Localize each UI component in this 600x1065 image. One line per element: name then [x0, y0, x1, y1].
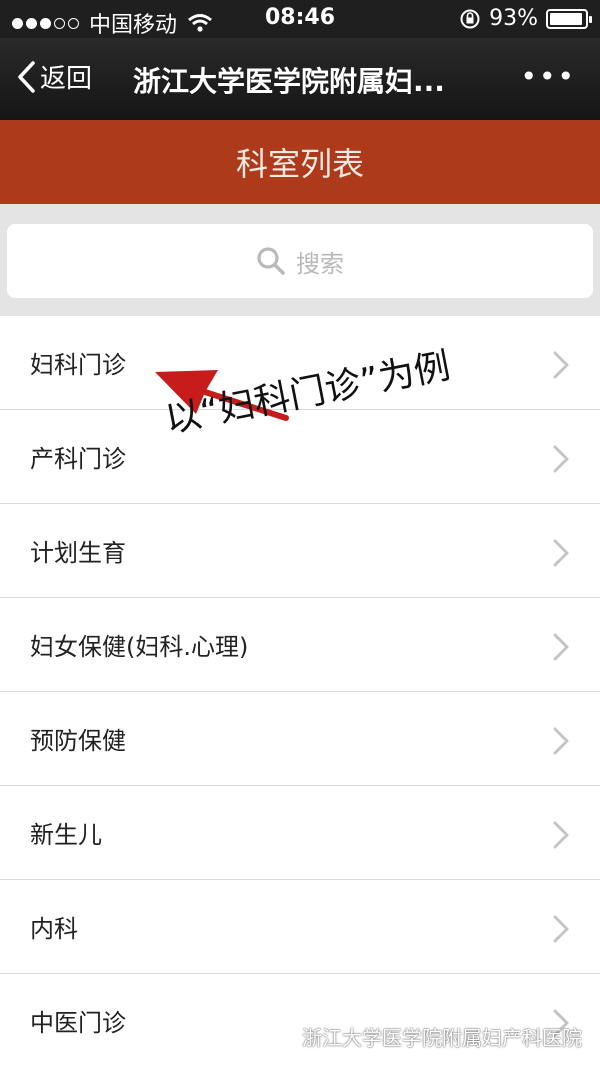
search-placeholder: 搜索 [296, 249, 344, 278]
department-label: 计划生育 [30, 539, 126, 567]
chevron-right-icon [553, 351, 569, 379]
chevron-right-icon [553, 821, 569, 849]
status-right: 93% [459, 6, 592, 31]
department-row[interactable]: 计划生育 [0, 504, 600, 598]
department-label: 产科门诊 [30, 445, 126, 473]
department-row[interactable]: 内科 [0, 880, 600, 974]
search-icon [257, 247, 285, 275]
battery-fill [550, 12, 582, 25]
search-input[interactable]: 搜索 [7, 224, 593, 298]
chevron-right-icon [553, 915, 569, 943]
section-header: 科室列表 [0, 120, 600, 204]
battery-icon [546, 8, 592, 29]
battery-percent: 93% [489, 6, 538, 31]
chevron-right-icon [553, 539, 569, 567]
department-row[interactable]: 预防保健 [0, 692, 600, 786]
status-bar: 中国移动 08:46 93% [0, 0, 600, 38]
back-label: 返回 [40, 64, 93, 94]
chevron-left-icon [18, 60, 35, 93]
department-list: 妇科门诊产科门诊计划生育妇女保健(妇科.心理) 预防保健新生儿内科中医门诊 [0, 316, 600, 1065]
department-label: 妇科门诊 [30, 351, 126, 379]
department-row[interactable]: 中医门诊 [0, 974, 600, 1065]
back-button[interactable]: 返回 [16, 58, 92, 95]
chevron-right-icon [553, 633, 569, 661]
department-label: 新生儿 [30, 821, 102, 849]
department-row[interactable]: 妇女保健(妇科.心理) [0, 598, 600, 692]
department-row[interactable]: 产科门诊 [0, 410, 600, 504]
department-label: 预防保健 [30, 727, 126, 755]
chevron-right-icon [553, 727, 569, 755]
orientation-lock-icon [460, 9, 480, 28]
more-options-button[interactable]: ••• [520, 60, 576, 93]
watermark-text: 浙江大学医学院附属妇产科医院 [302, 1026, 582, 1050]
department-label: 内科 [30, 915, 78, 943]
navigation-bar: 返回 浙江大学医学院附属妇... ••• [0, 38, 600, 120]
department-row[interactable]: 新生儿 [0, 786, 600, 880]
chevron-right-icon [553, 445, 569, 473]
watermark: 浙江大学医学院附属妇产科医院 [266, 1022, 582, 1051]
department-label: 中医门诊 [30, 1009, 126, 1037]
search-area: 搜索 [0, 204, 600, 316]
wechat-icon [266, 1025, 295, 1047]
section-title: 科室列表 [235, 145, 364, 183]
page-title: 浙江大学医学院附属妇... [133, 65, 445, 98]
department-label: 妇女保健(妇科.心理) [30, 633, 249, 661]
